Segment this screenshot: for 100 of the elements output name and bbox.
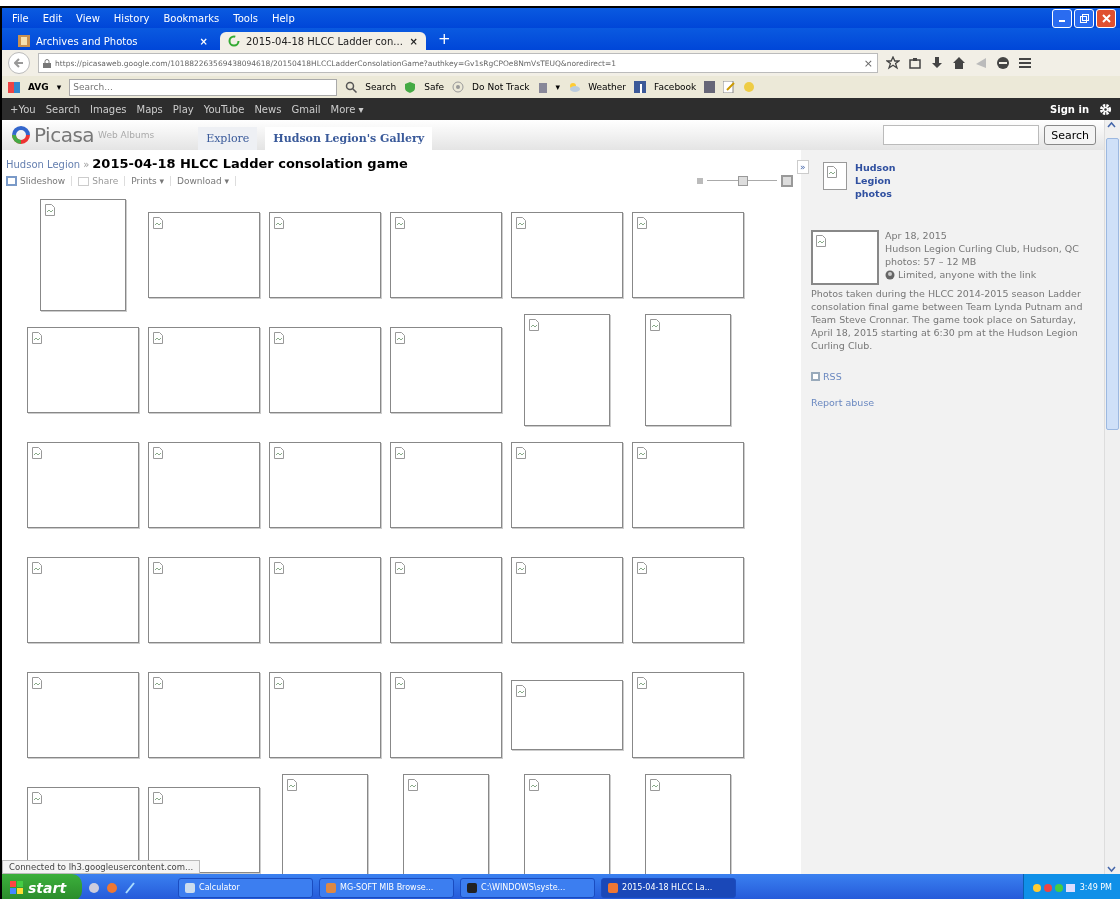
photo-thumbnail[interactable] — [389, 326, 502, 413]
photo-thumbnail[interactable] — [631, 556, 744, 643]
new-tab-button[interactable]: + — [430, 30, 459, 50]
sign-in-link[interactable]: Sign in — [1050, 103, 1089, 115]
taskbar-task[interactable]: C:\WINDOWS\syste... — [460, 877, 596, 898]
photo-thumbnail[interactable] — [644, 313, 731, 426]
photo-thumbnail[interactable] — [523, 773, 610, 874]
photo-thumbnail[interactable] — [147, 326, 260, 413]
browser-tab[interactable]: Archives and Photos × — [10, 32, 216, 50]
taskbar-task[interactable]: 2015-04-18 HLCC La... — [601, 877, 737, 898]
photo-thumbnail[interactable] — [26, 326, 139, 413]
star-icon[interactable] — [886, 56, 900, 70]
photo-thumbnail[interactable] — [631, 211, 744, 298]
scroll-down-icon[interactable] — [1105, 864, 1118, 874]
photo-thumbnail[interactable] — [510, 679, 623, 750]
photo-thumbnail[interactable] — [389, 211, 502, 298]
collapse-button[interactable]: » — [797, 160, 809, 175]
google-bar-link[interactable]: Gmail — [291, 103, 321, 115]
photo-thumbnail[interactable] — [147, 441, 260, 528]
toolbar-item[interactable]: Do Not Track — [472, 82, 530, 92]
toolbar-item[interactable]: ▾ — [555, 82, 561, 92]
toolbar-item[interactable]: Facebook — [654, 82, 697, 92]
photo-thumbnail[interactable] — [268, 441, 381, 528]
tray-icon[interactable] — [1031, 881, 1076, 894]
photo-thumbnail[interactable] — [281, 773, 368, 874]
clear-button[interactable]: × — [863, 56, 873, 70]
album-action[interactable]: Slideshow — [6, 176, 73, 186]
home-icon[interactable] — [952, 56, 966, 70]
photo-thumbnail[interactable] — [523, 313, 610, 426]
restore-button[interactable] — [1074, 8, 1094, 28]
close-button[interactable] — [1096, 8, 1116, 28]
download-icon[interactable] — [930, 56, 944, 70]
menu-item[interactable]: History — [113, 12, 150, 24]
photo-thumbnail[interactable] — [510, 556, 623, 643]
photo-thumbnail[interactable] — [147, 671, 260, 758]
settings-icon[interactable] — [1099, 102, 1112, 116]
breadcrumb-link[interactable]: Hudson Legion — [6, 159, 81, 170]
google-bar-link[interactable]: Play — [172, 103, 194, 115]
taskbar-task[interactable]: Calculator — [178, 877, 314, 898]
photo-thumbnail[interactable] — [631, 671, 744, 758]
photo-thumbnail[interactable] — [402, 773, 489, 874]
menu-item[interactable]: Edit — [42, 12, 63, 24]
scrollbar[interactable] — [1104, 120, 1120, 874]
google-bar-link[interactable]: YouTube — [203, 103, 245, 115]
start-button[interactable]: start — [2, 874, 83, 899]
photo-thumbnail[interactable] — [268, 211, 381, 298]
photo-thumbnail[interactable] — [147, 211, 260, 298]
menu-item[interactable]: File — [12, 12, 29, 24]
scroll-up-icon[interactable] — [1105, 120, 1118, 130]
google-bar-link[interactable]: Images — [90, 103, 127, 115]
photo-thumbnail[interactable] — [644, 773, 731, 874]
toolbar-item[interactable]: Weather — [588, 82, 627, 92]
menu-item[interactable]: Tools — [233, 12, 258, 24]
close-tab-button[interactable]: × — [199, 35, 208, 47]
owner-avatar[interactable] — [823, 162, 847, 190]
slider-thumb[interactable] — [738, 176, 748, 186]
browser-tab[interactable]: 2015-04-18 HLCC Ladder con... × — [220, 32, 426, 50]
photo-thumbnail[interactable] — [26, 556, 139, 643]
album-action[interactable]: Download ▾ — [177, 176, 237, 186]
toolbar-item[interactable]: Search — [365, 82, 397, 92]
album-action[interactable]: Prints ▾ — [131, 176, 171, 186]
google-bar-link[interactable]: News — [254, 103, 282, 115]
close-tab-button[interactable]: × — [409, 35, 418, 47]
gallery-tab[interactable]: Hudson Legion's Gallery — [265, 127, 433, 150]
search-field[interactable] — [883, 125, 1040, 145]
google-bar-link[interactable]: More ▾ — [330, 103, 364, 115]
taskbar-task[interactable]: MG-SOFT MIB Browse... — [319, 877, 455, 898]
gallery-tab[interactable]: Explore — [198, 127, 258, 150]
album-cover[interactable] — [811, 230, 879, 286]
photo-thumbnail[interactable] — [510, 211, 623, 298]
photo-thumbnail[interactable] — [268, 671, 381, 758]
scroll-thumb[interactable] — [1106, 138, 1119, 430]
report-abuse-link[interactable]: Report abuse — [811, 397, 875, 411]
photo-thumbnail[interactable] — [26, 441, 139, 528]
google-bar-link[interactable]: +You — [10, 103, 36, 115]
photo-thumbnail[interactable] — [389, 441, 502, 528]
clipboard-icon[interactable] — [908, 56, 922, 70]
menu-item[interactable]: View — [76, 12, 100, 24]
photo-thumbnail[interactable] — [268, 326, 381, 413]
menu-item[interactable]: Help — [271, 12, 295, 24]
photo-thumbnail[interactable] — [39, 198, 126, 311]
photo-thumbnail[interactable] — [268, 556, 381, 643]
caret-icon[interactable]: ▾ — [56, 82, 62, 92]
search-field[interactable]: Search... — [69, 78, 338, 96]
back-button[interactable] — [8, 52, 30, 74]
owner-link[interactable]: Hudson Legion photos — [855, 162, 925, 201]
photo-thumbnail[interactable] — [147, 556, 260, 643]
photo-thumbnail[interactable] — [631, 441, 744, 528]
google-bar-link[interactable]: Search — [45, 103, 80, 115]
photo-thumbnail[interactable] — [26, 671, 139, 758]
search-button[interactable]: Search — [1044, 125, 1096, 145]
menu-icon[interactable] — [1018, 56, 1032, 70]
toolbar-brand[interactable]: AVG — [28, 82, 49, 92]
photo-thumbnail[interactable] — [389, 671, 502, 758]
menu-item[interactable]: Bookmarks — [163, 12, 220, 24]
google-bar-link[interactable]: Maps — [136, 103, 163, 115]
photo-thumbnail[interactable] — [389, 556, 502, 643]
minimize-button[interactable] — [1052, 8, 1072, 28]
picasa-logo[interactable]: Picasa — [34, 123, 95, 147]
photo-thumbnail[interactable] — [510, 441, 623, 528]
